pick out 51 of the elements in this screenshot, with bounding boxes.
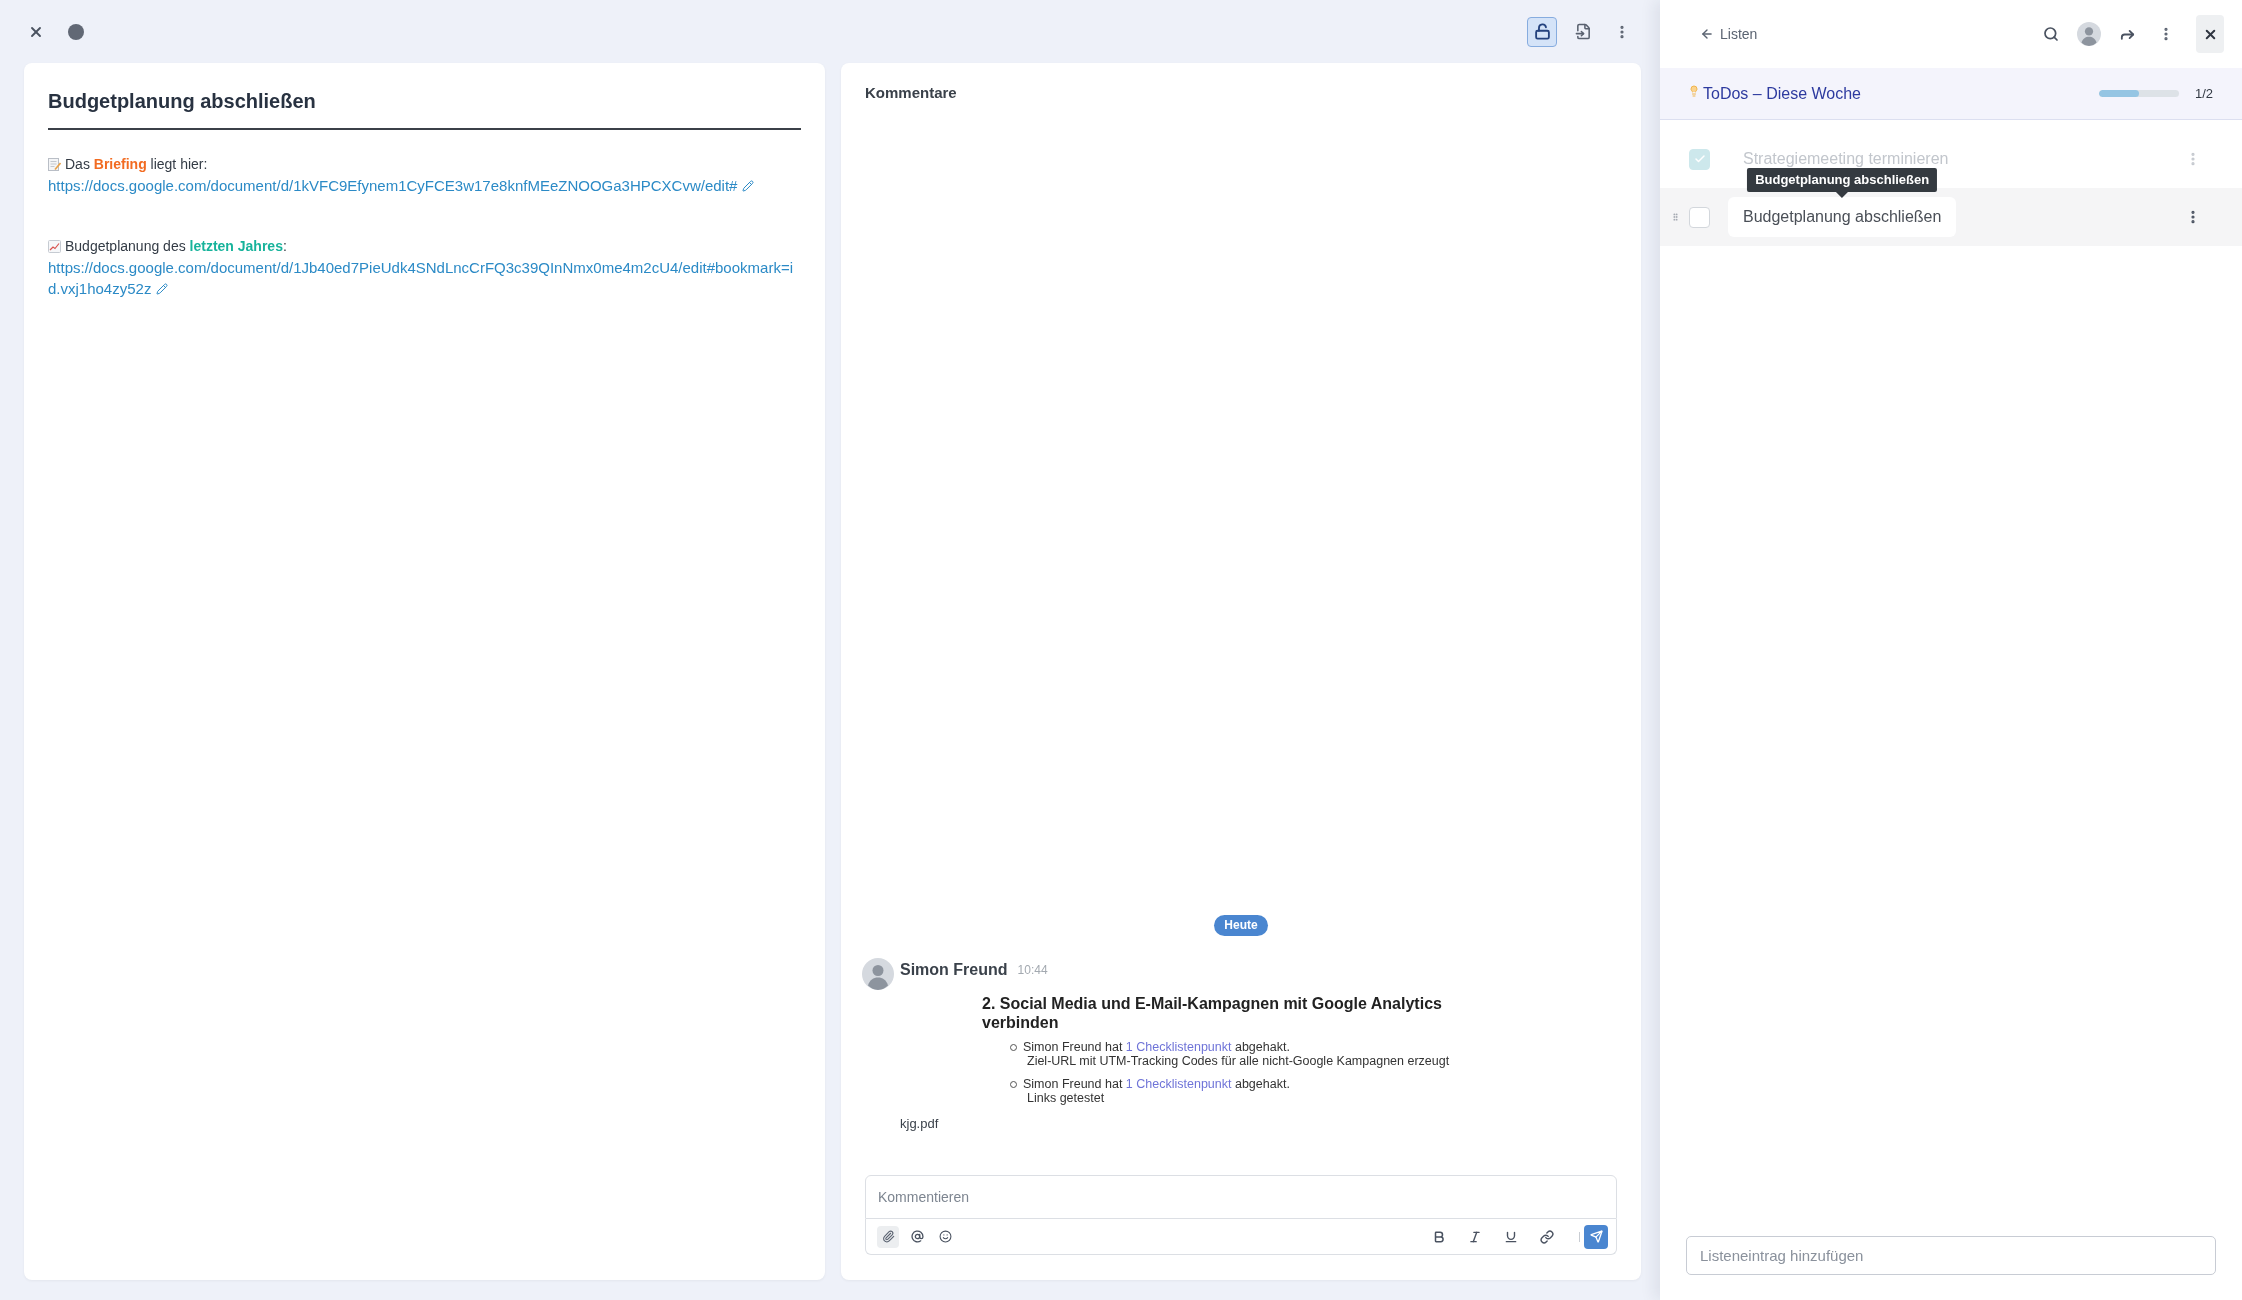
attachment-file-name[interactable]: kjg.pdf [900,1113,939,1133]
close-panel-button[interactable] [2196,15,2224,53]
comment-author: Simon Freund [900,959,1008,980]
tooltip: Budgetplanung abschließen [1747,168,1938,198]
activity-text: Simon Freund hat 1 Checklistenpunkt abgehakt. [1023,1076,1290,1091]
checkbox[interactable] [1689,148,1710,170]
send-icon [1589,1230,1603,1243]
description-text: Das Briefing liegt hier: [65,155,208,174]
file-arrow-icon[interactable] [1575,23,1592,40]
comments-title: Kommentare [865,83,957,103]
at-sign-icon[interactable] [911,1230,924,1243]
day-label: Heute [1214,914,1268,936]
bold-icon[interactable] [1432,1229,1446,1244]
send-button[interactable] [1584,1224,1608,1249]
lightbulb-icon [1688,82,1700,99]
link-icon[interactable] [1540,1229,1554,1244]
todo-text[interactable]: Budgetplanung abschließen [1728,197,1957,237]
progress-count: 1/2 [2194,84,2213,103]
comment-input[interactable]: Kommentieren [878,1186,1604,1208]
chart-icon [48,240,61,253]
document-link[interactable]: https://docs.google.com/document/d/1kVFC9Efynem1CyFCE3w17e8knfMEeZNOOGa3HPCXCvw/edit# [48,175,755,196]
checklist-link[interactable]: 1 Checklistenpunkt [1125,1039,1232,1054]
description-text: Budgetplanung des letzten Jahres: [65,237,287,256]
checklist-link[interactable]: 1 Checklistenpunkt [1125,1076,1232,1091]
check-icon [1693,153,1706,165]
italic-icon[interactable] [1468,1229,1482,1244]
search-icon[interactable] [2043,26,2059,42]
pencil-icon[interactable] [156,283,169,295]
back-link[interactable]: Listen [1700,23,1758,45]
activity-text: Simon Freund hat 1 Checklistenpunkt abgehakt. [1023,1039,1290,1054]
document-link[interactable]: https://docs.google.com/document/d/1Jb40ed7PieUdk4SNdLncCrFQ3c39QInNmx0me4m2cU4/edit#bookmark=id.vxj1ho4zy52z [48,257,800,299]
preview-heading: 2. Social Media und E-Mail-Kampagnen mit Google Analytics verbinden [982,993,1443,1032]
pencil-icon[interactable] [742,180,755,192]
list-title[interactable]: ToDos – Diese Woche [1703,81,1861,106]
activity-detail: Ziel-URL mit UTM-Tracking Codes für alle nicht-Google Kampagnen erzeugt [1027,1054,1450,1069]
user-avatar [862,957,894,990]
attach-button[interactable] [877,1225,899,1248]
user-avatar[interactable] [2077,22,2101,46]
comment-field[interactable]: Kommentieren [865,1175,1617,1219]
open-lock-icon [1533,23,1551,40]
lock-toggle[interactable] [1527,16,1557,47]
comment-time: 10:44 [1017,961,1048,979]
underline-icon[interactable] [1504,1229,1518,1244]
task-title: Budgetplanung abschließen [48,89,316,113]
checkbox[interactable] [1689,206,1710,228]
smiley-icon[interactable] [939,1230,952,1243]
list-entry-input[interactable]: Listeneintrag hinzufügen [1686,1236,2216,1275]
drag-handle-icon[interactable] [1671,211,1680,223]
paperclip-icon [881,1230,895,1243]
memo-icon [48,158,61,171]
activity-detail: Links getestet [1027,1091,1105,1106]
